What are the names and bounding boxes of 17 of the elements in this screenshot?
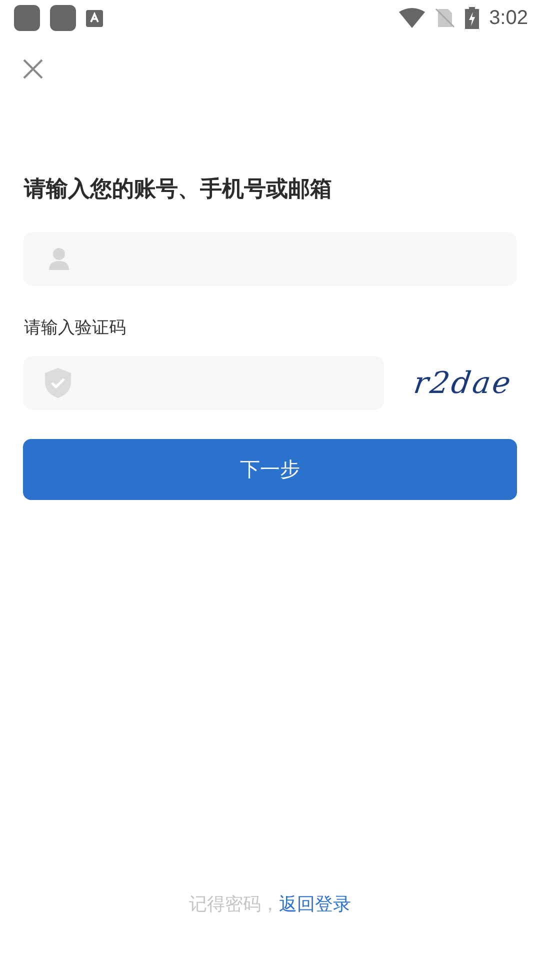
status-time: 3:02 xyxy=(489,6,528,30)
battery-charging-icon xyxy=(465,7,480,29)
captcha-label: 请输入验证码 xyxy=(24,317,127,339)
person-icon xyxy=(49,248,69,270)
captcha-image[interactable]: r2dae xyxy=(412,366,515,400)
keyboard-icon xyxy=(86,10,103,26)
remember-password-text: 记得密码， xyxy=(189,894,279,915)
no-sim-icon xyxy=(435,8,456,28)
page-title: 请输入您的账号、手机号或邮箱 xyxy=(24,176,333,204)
captcha-field[interactable] xyxy=(23,356,384,410)
account-field[interactable] xyxy=(23,232,517,286)
wifi-icon xyxy=(399,8,426,28)
notification-icon xyxy=(14,5,40,31)
shield-check-icon xyxy=(45,368,71,398)
notification-icon xyxy=(50,5,76,31)
next-button[interactable]: 下一步 xyxy=(23,439,517,500)
back-to-login-link[interactable]: 返回登录 xyxy=(279,894,351,915)
